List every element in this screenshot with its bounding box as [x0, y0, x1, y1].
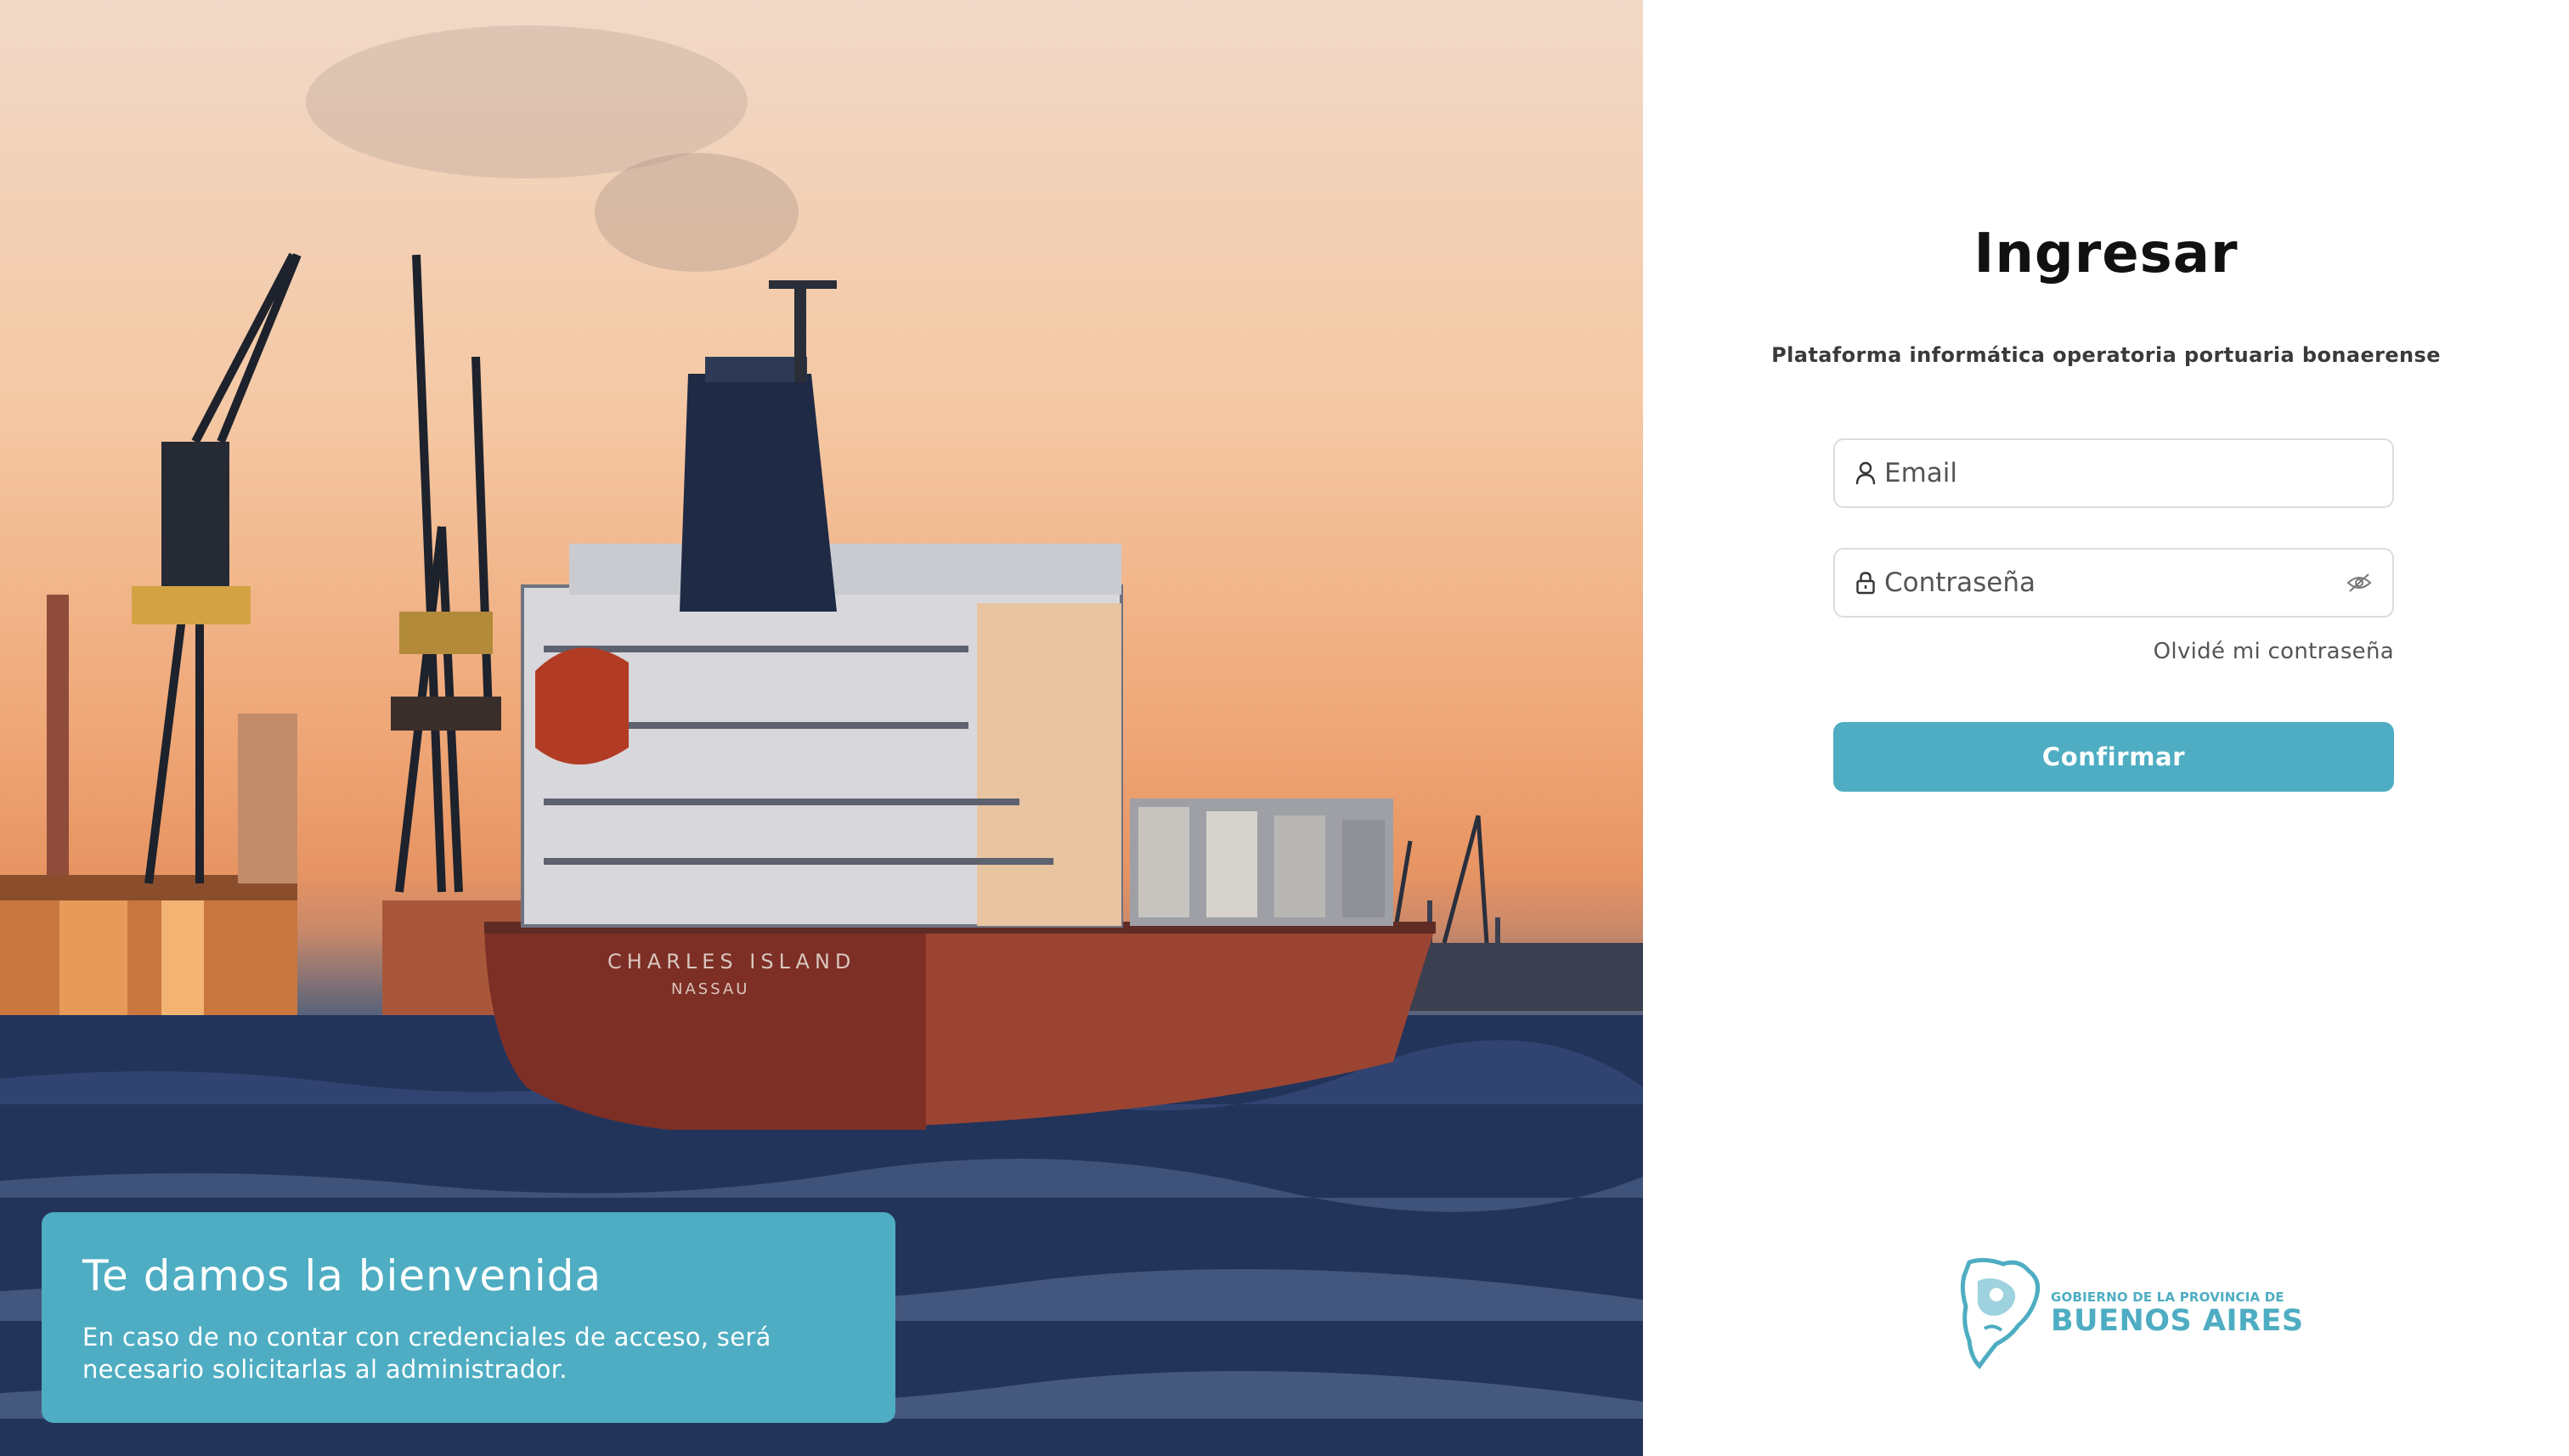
confirm-button[interactable]: Confirmar — [1833, 722, 2394, 792]
eye-slash-icon[interactable] — [2345, 570, 2374, 595]
welcome-text: En caso de no contar con credenciales de… — [82, 1323, 771, 1384]
forgot-password-link[interactable]: Olvidé mi contraseña — [2154, 639, 2394, 664]
user-icon — [1854, 460, 1877, 486]
province-map-icon — [1960, 1257, 2041, 1369]
page-title: Ingresar — [1973, 223, 2239, 285]
password-input[interactable] — [1884, 567, 2345, 598]
buenos-aires-logo: GOBIERNO DE LA PROVINCIA DE BUENOS AIRES — [1959, 1256, 2304, 1369]
email-field[interactable] — [1833, 438, 2394, 508]
hero-image: CHARLES ISLAND NASSAU Te damos la bienve… — [0, 0, 1643, 1456]
logo-line-2: BUENOS AIRES — [2051, 1303, 2304, 1338]
welcome-title: Te damos la bienvenida — [82, 1251, 602, 1301]
welcome-card: Te damos la bienvenida En caso de no con… — [42, 1212, 895, 1423]
lock-icon — [1854, 570, 1877, 595]
email-input[interactable] — [1884, 458, 2374, 488]
page-subtitle: Plataforma informática operatoria portua… — [1771, 343, 2441, 367]
ship-name-text: CHARLES ISLAND — [607, 950, 855, 973]
ship-port-text: NASSAU — [671, 980, 749, 998]
logo-line-1: GOBIERNO DE LA PROVINCIA DE — [2051, 1289, 2284, 1305]
password-field[interactable] — [1833, 548, 2394, 618]
login-panel: Ingresar Plataforma informática operator… — [1643, 0, 2569, 1456]
